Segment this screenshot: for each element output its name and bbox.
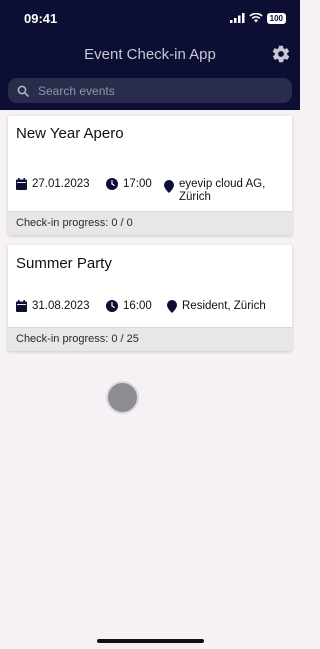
location-pin-icon bbox=[167, 300, 177, 313]
search-bar[interactable] bbox=[8, 78, 292, 103]
gear-icon bbox=[272, 45, 290, 63]
event-title: Summer Party bbox=[16, 255, 112, 272]
event-time: 17:00 bbox=[106, 178, 164, 190]
calendar-icon bbox=[16, 300, 27, 312]
home-indicator[interactable] bbox=[97, 639, 204, 643]
event-card[interactable]: Summer Party 31.08.2023 16:00 Resident, bbox=[8, 245, 292, 351]
status-icons: 100 bbox=[229, 12, 286, 24]
checkin-progress: Check-in progress: 0 / 0 bbox=[8, 211, 292, 235]
event-location-line2: Zürich bbox=[179, 191, 211, 203]
event-meta: 31.08.2023 16:00 Resident, Zürich bbox=[16, 300, 284, 313]
calendar-icon bbox=[16, 178, 27, 190]
event-date-text: 31.08.2023 bbox=[32, 300, 90, 312]
page-title: Event Check-in App bbox=[84, 46, 216, 63]
clock-icon bbox=[106, 178, 118, 190]
event-location-line1: eyevip cloud AG, bbox=[179, 178, 266, 190]
event-date: 27.01.2023 bbox=[16, 178, 106, 190]
event-title: New Year Apero bbox=[16, 125, 124, 142]
search-icon bbox=[17, 85, 29, 97]
touch-indicator bbox=[106, 381, 139, 414]
clock-icon bbox=[106, 300, 118, 312]
event-date: 31.08.2023 bbox=[16, 300, 106, 312]
status-time: 09:41 bbox=[24, 11, 58, 26]
event-card[interactable]: New Year Apero 27.01.2023 17:00 eyevip c bbox=[8, 116, 292, 235]
status-bar: 09:41 100 bbox=[0, 0, 300, 36]
event-location: Resident, Zürich bbox=[167, 300, 266, 313]
checkin-progress: Check-in progress: 0 / 25 bbox=[8, 327, 292, 351]
wifi-icon bbox=[249, 13, 263, 23]
event-location: eyevip cloud AG, Zürich bbox=[164, 178, 265, 204]
event-time-text: 16:00 bbox=[123, 300, 152, 312]
event-time-text: 17:00 bbox=[123, 178, 152, 190]
settings-button[interactable] bbox=[270, 43, 292, 65]
location-pin-icon bbox=[164, 180, 174, 193]
app-header: 09:41 100 Event Check-in App bbox=[0, 0, 300, 110]
event-location-line1: Resident, Zürich bbox=[182, 300, 266, 312]
battery-icon: 100 bbox=[266, 12, 286, 24]
signal-icon bbox=[229, 13, 245, 23]
event-time: 16:00 bbox=[106, 300, 167, 312]
event-date-text: 27.01.2023 bbox=[32, 178, 90, 190]
search-input[interactable] bbox=[38, 83, 278, 98]
event-meta: 27.01.2023 17:00 eyevip cloud AG, Zürich bbox=[16, 178, 284, 204]
